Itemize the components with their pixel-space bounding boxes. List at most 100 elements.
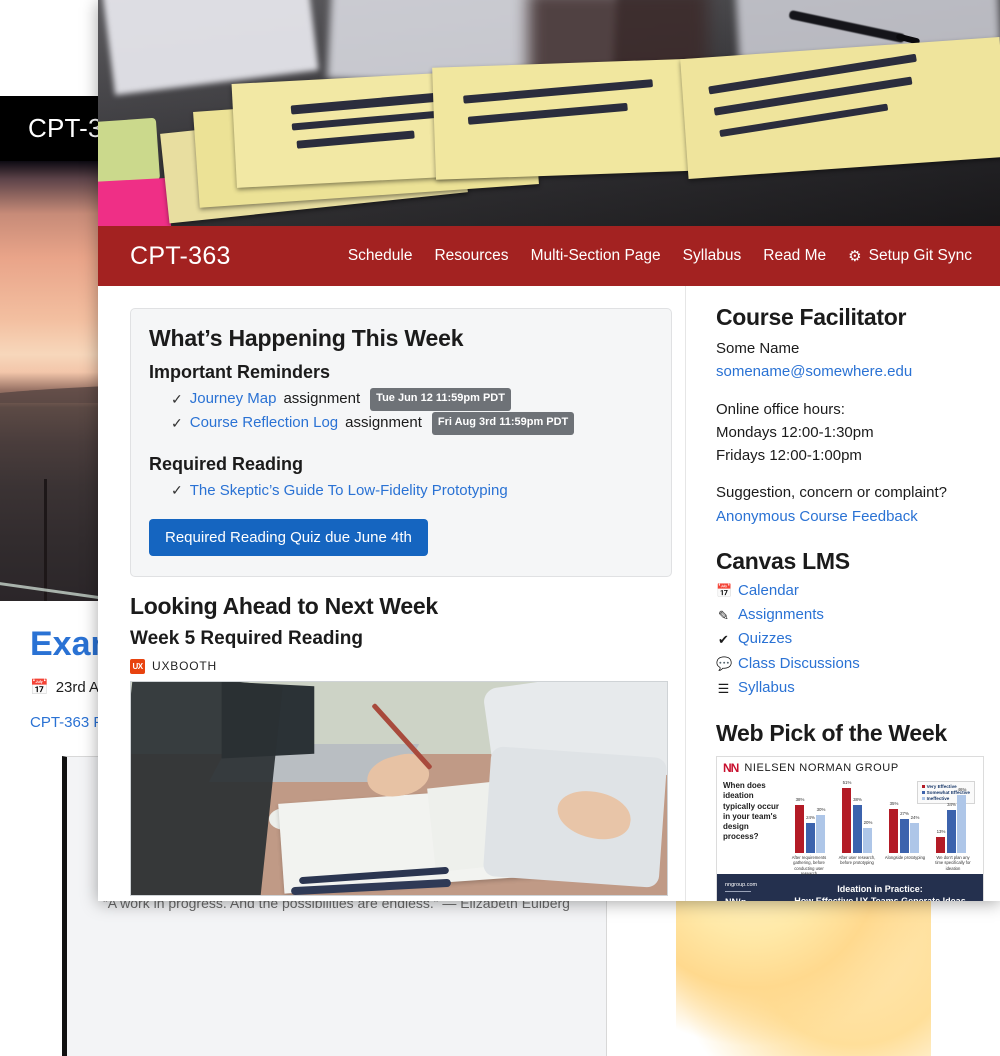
office-hours-monday: Mondays 12:00-1:30pm (716, 421, 984, 444)
chart-bar-value: 27% (900, 811, 909, 816)
chart-bar-value: 24% (806, 815, 815, 820)
article-image-second-laptop (130, 681, 283, 896)
nav-link-schedule[interactable]: Schedule (348, 247, 413, 265)
chart-bar-value: 51% (843, 780, 852, 785)
list-item: ☰ Syllabus (716, 676, 984, 700)
nngroup-rule (725, 891, 751, 892)
background-hero-pole (44, 479, 47, 601)
nav-link-resources[interactable]: Resources (434, 247, 508, 265)
chart-bar: 46% (957, 795, 966, 854)
check-circle-icon: ✔ (716, 629, 731, 650)
course-site-window: CPT-363 Schedule Resources Multi-Section… (98, 0, 1000, 901)
web-pick-heading: Web Pick of the Week (716, 720, 984, 747)
canvas-link-calendar[interactable]: Calendar (738, 579, 799, 603)
list-item: 💬 Class Discussions (716, 652, 984, 676)
nngroup-footer-right: Ideation in Practice: How Effective UX T… (785, 884, 975, 901)
canvas-link-syllabus[interactable]: Syllabus (738, 676, 795, 700)
reminder-link-journey-map[interactable]: Journey Map (190, 387, 277, 411)
list-item: 📅 Calendar (716, 579, 984, 603)
facilitator-email-link[interactable]: somename@somewhere.edu (716, 363, 912, 380)
chart-x-label: Alongside prototyping (884, 855, 926, 876)
nngroup-chart: When does ideation typically occur in yo… (717, 777, 983, 871)
reminder-suffix: assignment (345, 411, 422, 435)
chart-x-label: After requirements gathering, before con… (788, 855, 830, 876)
chart-bar: 51% (842, 788, 851, 853)
office-hours-friday: Fridays 12:00-1:00pm (716, 444, 984, 467)
looking-ahead-section: Looking Ahead to Next Week Week 5 Requir… (130, 593, 672, 896)
chart-bar: 13% (936, 837, 945, 854)
reminder-link-course-reflection-log[interactable]: Course Reflection Log (190, 411, 338, 435)
check-icon: ✓ (171, 388, 183, 411)
chart-bar: 24% (806, 823, 815, 854)
nav-link-syllabus[interactable]: Syllabus (683, 247, 742, 265)
sidebar-column: Course Facilitator Some Name somename@so… (685, 286, 1000, 901)
required-reading-heading: Required Reading (149, 454, 651, 475)
pencil-icon: ✎ (716, 605, 731, 626)
chart-plot-area: Very Effective Somewhat Effective Ineffe… (785, 781, 977, 871)
canvas-lms-heading: Canvas LMS (716, 548, 984, 575)
important-reminders-heading: Important Reminders (149, 362, 651, 383)
nngroup-domain: nngroup.com (725, 881, 785, 890)
reading-link-skeptics-guide[interactable]: The Skeptic’s Guide To Low-Fidelity Prot… (190, 479, 508, 503)
chart-x-label: We don't plan any time specifically for … (932, 855, 974, 876)
calendar-icon: 📅 (30, 678, 49, 696)
due-badge: Tue Jun 12 11:59pm PDT (370, 388, 511, 411)
check-icon: ✓ (171, 479, 183, 502)
nngroup-article-thumbnail[interactable]: NN NIELSEN NORMAN GROUP When does ideati… (716, 756, 984, 901)
list-item: ✎ Assignments (716, 603, 984, 627)
canvas-link-quizzes[interactable]: Quizzes (738, 627, 792, 651)
panel-title: What’s Happening This Week (149, 325, 651, 352)
chart-bar: 20% (863, 828, 872, 853)
required-reading-quiz-button[interactable]: Required Reading Quiz due June 4th (149, 519, 428, 556)
reminder-suffix: assignment (283, 387, 360, 411)
nngroup-footer-line1: Ideation in Practice: (785, 884, 975, 894)
chart-bar: 38% (795, 805, 804, 853)
chart-bar-value: 13% (937, 829, 946, 834)
site-navbar: CPT-363 Schedule Resources Multi-Section… (98, 226, 1000, 286)
page-content: What’s Happening This Week Important Rem… (98, 286, 1000, 901)
nav-link-setup-git-sync-label: Setup Git Sync (869, 247, 972, 265)
nngroup-footer-logo: NN/g (725, 895, 785, 901)
nngroup-footer-left: nngroup.com NN/g (725, 881, 785, 901)
chart-bar-value: 38% (796, 797, 805, 802)
required-reading-list: ✓ The Skeptic’s Guide To Low-Fidelity Pr… (171, 479, 651, 503)
nav-link-multi-section-page[interactable]: Multi-Section Page (531, 247, 661, 265)
hero-banner-image (98, 0, 1000, 226)
gear-icon: ⚙ (848, 249, 861, 264)
chart-bar: 30% (816, 815, 825, 853)
chart-bar-value: 35% (890, 801, 899, 806)
canvas-link-assignments[interactable]: Assignments (738, 603, 824, 627)
looking-ahead-article-image[interactable] (130, 681, 668, 896)
background-post-date: 23rd A (56, 679, 99, 696)
anonymous-course-feedback-link[interactable]: Anonymous Course Feedback (716, 508, 918, 525)
nav-link-read-me[interactable]: Read Me (763, 247, 826, 265)
check-icon: ✓ (171, 412, 183, 435)
chart-bar-value: 46% (958, 787, 967, 792)
chart-bar-value: 34% (947, 802, 956, 807)
uxbooth-source-name: UXBOOTH (152, 659, 217, 673)
feedback-prompt: Suggestion, concern or complaint? (716, 481, 984, 504)
canvas-link-class-discussions[interactable]: Class Discussions (738, 652, 860, 676)
navbar-links: Schedule Resources Multi-Section Page Sy… (348, 247, 972, 265)
chart-bar-group: 51%38% 20% (837, 788, 878, 853)
calendar-icon: 📅 (716, 580, 731, 601)
chart-bar: 27% (900, 819, 909, 853)
nngroup-footer-line2: How Effective UX Teams Generate Ideas (785, 896, 975, 901)
legend-label-very-effective: Very Effective (927, 784, 957, 789)
list-item: ✓ Course Reflection Log assignment Fri A… (171, 411, 651, 435)
office-hours-label: Online office hours: (716, 398, 984, 421)
chart-bar-value: 38% (853, 797, 862, 802)
navbar-brand[interactable]: CPT-363 (130, 242, 231, 271)
chart-bar: 34% (947, 810, 956, 853)
chart-bar: 24% (910, 823, 919, 854)
uxbooth-logo-icon: UX (130, 659, 145, 674)
chart-bar-value: 24% (911, 815, 920, 820)
list-item: ✔ Quizzes (716, 627, 984, 651)
chart-bar: 35% (889, 809, 898, 854)
chart-bar-group: 38%24%30% (790, 805, 831, 853)
hero-sticky-note-stack (144, 60, 964, 210)
nav-link-setup-git-sync[interactable]: ⚙ Setup Git Sync (848, 247, 972, 265)
legend-swatch-somewhat-effective (922, 791, 925, 794)
nngroup-logo-icon: NN (723, 761, 738, 775)
chart-x-axis-labels: After requirements gathering, before con… (785, 855, 977, 876)
